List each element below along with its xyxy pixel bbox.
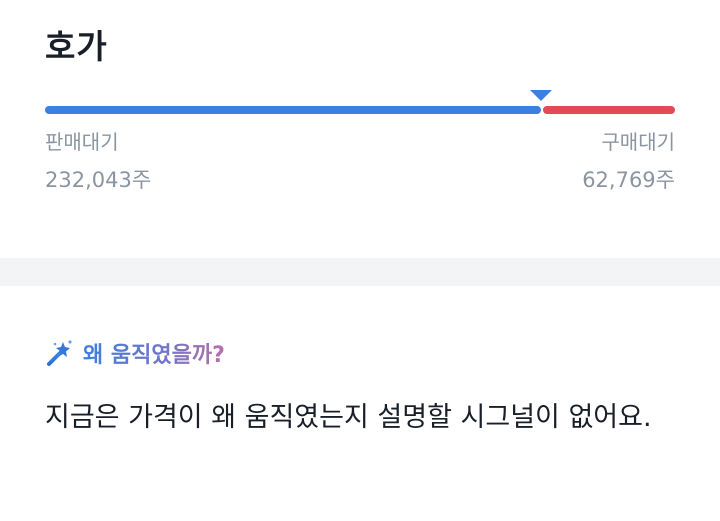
why-moved-header[interactable]: 왜 움직였을까?	[45, 338, 225, 368]
sell-waiting-bar	[45, 106, 541, 114]
ratio-marker-icon	[530, 90, 552, 101]
sell-waiting-label: 판매대기	[45, 130, 119, 154]
section-divider	[0, 258, 720, 286]
sell-waiting-value: 232,043주	[45, 168, 152, 192]
why-moved-title: 왜 움직였을까?	[83, 337, 225, 369]
buy-waiting-label: 구매대기	[601, 130, 675, 154]
why-moved-message: 지금은 가격이 왜 움직였는지 설명할 시그널이 없어요.	[45, 402, 652, 433]
buy-waiting-bar	[543, 106, 675, 114]
orderbook-ratio-bar	[45, 88, 675, 116]
section-title: 호가	[45, 27, 108, 66]
buy-waiting-value: 62,769주	[582, 168, 675, 192]
magic-wand-icon	[45, 339, 73, 367]
